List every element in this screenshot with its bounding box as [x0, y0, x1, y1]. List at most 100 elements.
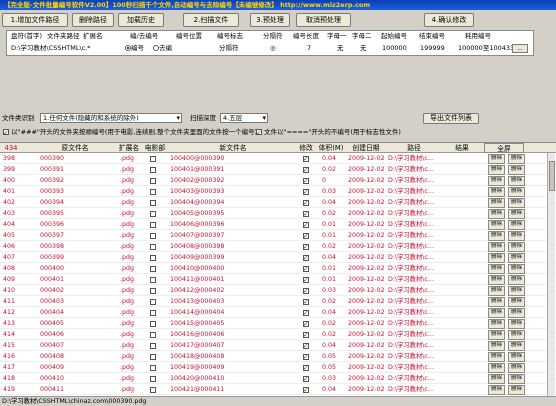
delete-path-button[interactable]: 删除路径: [72, 13, 114, 27]
row-delete-button[interactable]: 删除: [488, 352, 505, 362]
modify-checkbox[interactable]: [303, 242, 309, 252]
movie-checkbox[interactable]: [150, 244, 156, 250]
row-delete-button[interactable]: 删除: [488, 198, 505, 208]
modify-checkbox[interactable]: [303, 253, 309, 263]
row-delete-button[interactable]: 删除: [488, 231, 505, 241]
modify-checkbox[interactable]: [303, 286, 309, 296]
modify-checkbox[interactable]: [303, 319, 309, 329]
row-delete-button[interactable]: 删除: [488, 154, 505, 164]
row-remove-button[interactable]: 删除: [508, 176, 525, 186]
modify-checkbox[interactable]: [303, 363, 309, 373]
modify-checkbox[interactable]: [303, 209, 309, 219]
confirm-modify-button[interactable]: 4.确认修改: [424, 13, 474, 27]
row-delete-button[interactable]: 删除: [488, 374, 505, 384]
modify-checkbox[interactable]: [303, 275, 309, 285]
movie-checkbox[interactable]: [150, 222, 156, 228]
modify-checkbox[interactable]: [303, 385, 309, 395]
table-row[interactable]: 414 000406 .pdg 100416@000406 0.02 2009-12-02…: [0, 330, 556, 340]
row-delete-button[interactable]: 删除: [488, 330, 505, 340]
row-remove-button[interactable]: 删除: [508, 341, 525, 351]
row-delete-button[interactable]: 删除: [488, 385, 505, 395]
movie-checkbox[interactable]: [150, 288, 156, 294]
folder-number-checkbox[interactable]: 以"###"开头的文件夹按顺编号(用于电影,连续剧,整个文件夹里面的文件按一个编…: [3, 126, 257, 139]
row-remove-button[interactable]: 删除: [508, 385, 525, 395]
modify-checkbox[interactable]: [303, 297, 309, 307]
row-delete-button[interactable]: 删除: [488, 187, 505, 197]
row-remove-button[interactable]: 删除: [508, 231, 525, 241]
row-remove-button[interactable]: 删除: [508, 253, 525, 263]
movie-checkbox[interactable]: [150, 178, 156, 184]
scroll-thumb[interactable]: [549, 161, 555, 191]
movie-checkbox[interactable]: [150, 277, 156, 283]
row-remove-button[interactable]: 删除: [508, 319, 525, 329]
movie-checkbox[interactable]: [150, 156, 156, 162]
row-delete-button[interactable]: 删除: [488, 209, 505, 219]
modify-checkbox[interactable]: [303, 231, 309, 241]
row-delete-button[interactable]: 删除: [488, 253, 505, 263]
cancel-preprocess-button[interactable]: 取消预处理: [296, 13, 351, 27]
movie-checkbox[interactable]: [150, 167, 156, 173]
table-row[interactable]: 412 000404 .pdg 100414@000404 0.04 2009-12-02…: [0, 308, 556, 318]
row-remove-button[interactable]: 删除: [508, 308, 525, 318]
row-delete-button[interactable]: 删除: [488, 242, 505, 252]
row-delete-button[interactable]: 删除: [488, 341, 505, 351]
row-delete-button[interactable]: 删除: [488, 319, 505, 329]
row-delete-button[interactable]: 删除: [488, 220, 505, 230]
row-delete-button[interactable]: 删除: [488, 286, 505, 296]
table-row[interactable]: 401 000393 .pdg 100403@000393 0.03 2009-12-02…: [0, 187, 556, 197]
movie-checkbox[interactable]: [150, 299, 156, 305]
scan-files-button[interactable]: 2.扫描文件: [183, 13, 239, 27]
table-row[interactable]: 417 000409 .pdg 100419@000409 0.05 2009-12-02…: [0, 363, 556, 373]
row-delete-button[interactable]: 删除: [488, 297, 505, 307]
movie-checkbox[interactable]: [150, 354, 156, 360]
row-remove-button[interactable]: 删除: [508, 264, 525, 274]
vertical-scrollbar[interactable]: [547, 153, 555, 396]
movie-checkbox[interactable]: [150, 266, 156, 272]
modify-checkbox[interactable]: [303, 154, 309, 164]
path-value[interactable]: D:\学习教材\CSSHTML\c.*: [11, 43, 91, 53]
depth-select[interactable]: 4.五层: [220, 113, 268, 123]
skip-prefix-checkbox[interactable]: 文件以"===="开头的不编号(用于标志性文件): [256, 126, 401, 139]
table-row[interactable]: 419 000411 .pdg 100421@000411 0.04 2009-12-02…: [0, 385, 556, 395]
number-flag-value[interactable]: 分隔符: [219, 43, 239, 53]
table-row[interactable]: 406 000398 .pdg 100408@000398 0.02 2009-12-02…: [0, 242, 556, 252]
row-remove-button[interactable]: 删除: [508, 187, 525, 197]
add-path-button[interactable]: 1.增加文件路径: [2, 13, 68, 27]
modify-checkbox[interactable]: [303, 341, 309, 351]
row-delete-button[interactable]: 删除: [488, 363, 505, 373]
table-row[interactable]: 416 000408 .pdg 100418@000408 0.05 2009-12-02…: [0, 352, 556, 362]
row-remove-button[interactable]: 删除: [508, 242, 525, 252]
table-row[interactable]: 413 000405 .pdg 100415@000405 0.02 2009-12-02…: [0, 319, 556, 329]
row-remove-button[interactable]: 删除: [508, 198, 525, 208]
row-remove-button[interactable]: 删除: [508, 363, 525, 373]
movie-checkbox[interactable]: [150, 211, 156, 217]
row-delete-button[interactable]: 删除: [488, 275, 505, 285]
table-row[interactable]: 410 000402 .pdg 100412@000402 0.03 2009-12-02…: [0, 286, 556, 296]
movie-checkbox[interactable]: [150, 343, 156, 349]
modify-checkbox[interactable]: [303, 352, 309, 362]
table-row[interactable]: 402 000394 .pdg 100404@000394 0.04 2009-12-02…: [0, 198, 556, 208]
table-row[interactable]: 408 000400 .pdg 100410@000400 0.01 2009-12-02…: [0, 264, 556, 274]
modify-checkbox[interactable]: [303, 187, 309, 197]
modify-checkbox[interactable]: [303, 264, 309, 274]
select-all-button[interactable]: 全屏: [484, 143, 524, 153]
row-delete-button[interactable]: 删除: [488, 176, 505, 186]
start-value[interactable]: 100000: [382, 43, 407, 53]
more-button[interactable]: ...: [512, 44, 528, 53]
table-row[interactable]: 399 000391 .pdg 100401@000391 0.02 2009-12-02…: [0, 165, 556, 175]
table-row[interactable]: 407 000399 .pdg 100409@000399 0.04 2009-12-02…: [0, 253, 556, 263]
movie-checkbox[interactable]: [150, 332, 156, 338]
file-type-select[interactable]: 1.任何文件(隐藏的和系统的除外): [40, 113, 182, 123]
modify-checkbox[interactable]: [303, 198, 309, 208]
row-remove-button[interactable]: 删除: [508, 275, 525, 285]
table-row[interactable]: 415 000407 .pdg 100417@000407 0.04 2009-12-02…: [0, 341, 556, 351]
movie-checkbox[interactable]: [150, 310, 156, 316]
length-value[interactable]: 7: [307, 43, 311, 53]
movie-checkbox[interactable]: [150, 200, 156, 206]
movie-checkbox[interactable]: [150, 233, 156, 239]
modify-checkbox[interactable]: [303, 330, 309, 340]
table-row[interactable]: 409 000401 .pdg 100411@000401 0.01 2009-12-02…: [0, 275, 556, 285]
modify-checkbox[interactable]: [303, 220, 309, 230]
table-row[interactable]: 418 000410 .pdg 100420@000410 0.03 2009-12-02…: [0, 374, 556, 384]
export-list-button[interactable]: 导出文件列表: [423, 113, 479, 124]
